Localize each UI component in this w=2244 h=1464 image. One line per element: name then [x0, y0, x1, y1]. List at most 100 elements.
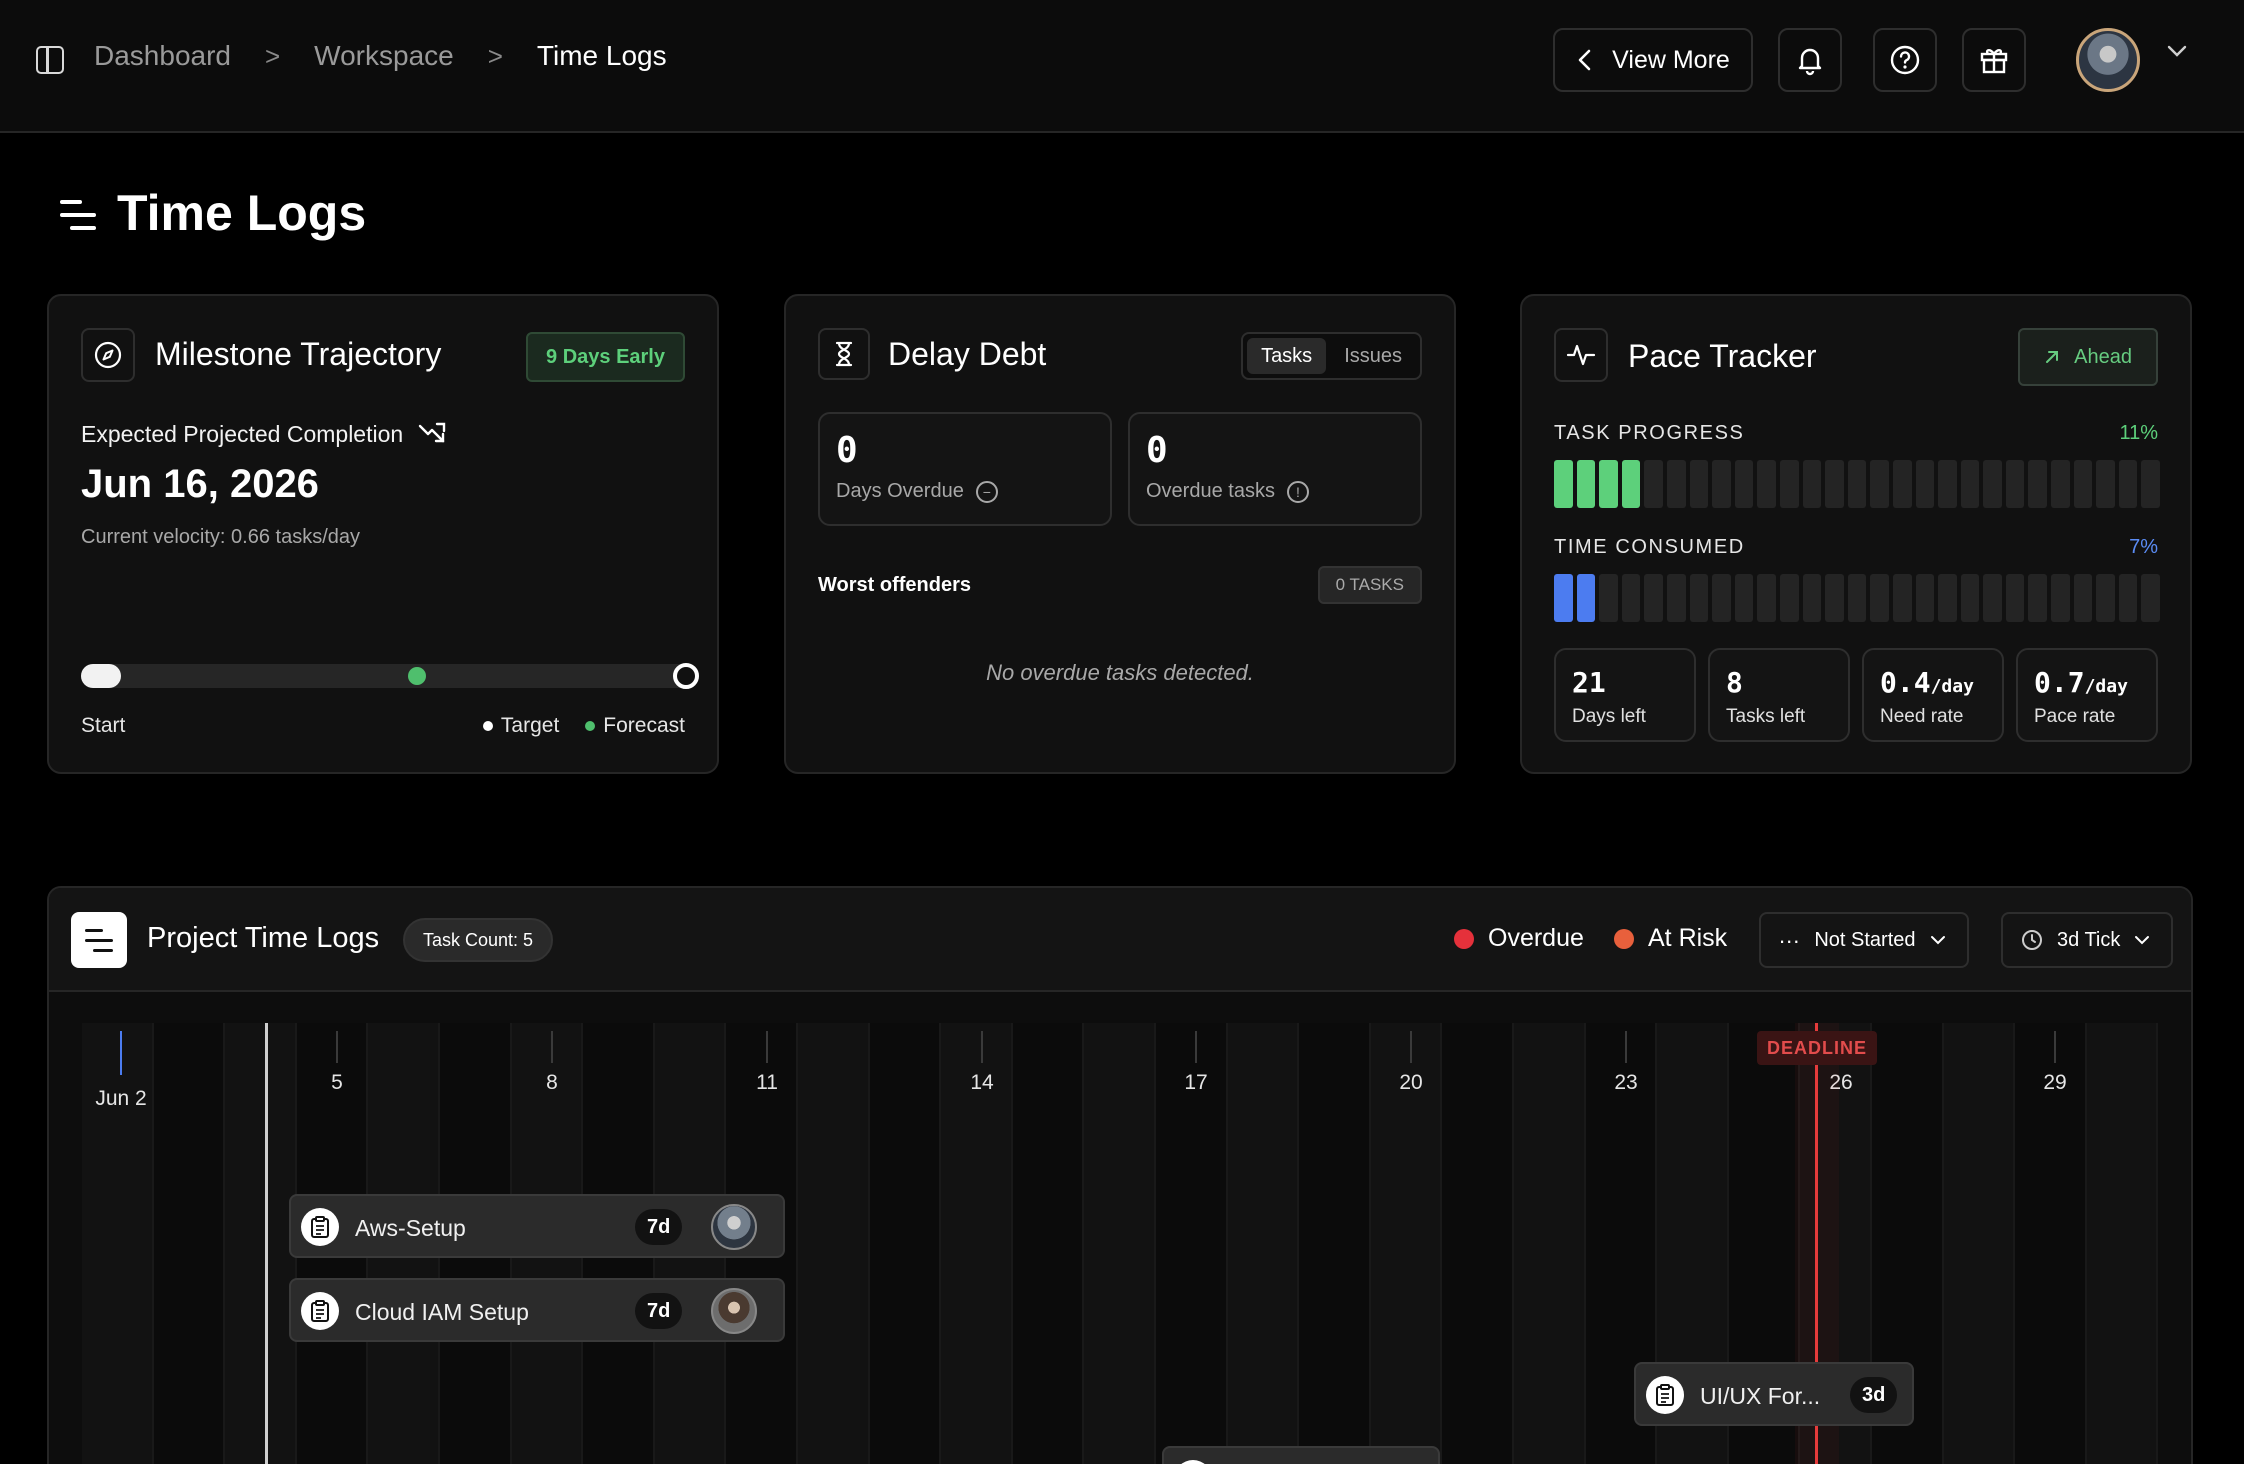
- axis-label: 20: [1399, 1071, 1423, 1094]
- sidebar-toggle-icon[interactable]: [36, 46, 64, 74]
- bar-segment: [1892, 460, 1912, 508]
- axis-tick: [2054, 1031, 2056, 1063]
- project-time-logs-title: Project Time Logs: [147, 922, 380, 954]
- overdue-tasks-value: 0: [1146, 430, 1168, 471]
- bar-segment: [1870, 574, 1889, 622]
- today-line: [265, 1023, 268, 1464]
- axis-tick: [551, 1031, 553, 1063]
- days-early-badge: 9 Days Early: [526, 332, 685, 382]
- pace-tracker-card: Pace Tracker Ahead TASK PROGRESS 11% TIM…: [1520, 294, 2192, 774]
- help-button[interactable]: [1873, 28, 1937, 92]
- days-left-value: 21: [1572, 666, 1606, 699]
- task-name: UI/UX For...: [1700, 1383, 1821, 1409]
- bar-segment: [2073, 574, 2093, 622]
- assignee-avatar[interactable]: [711, 1204, 757, 1250]
- bar-segment: [1599, 460, 1618, 508]
- bar-segment: [2005, 574, 2025, 622]
- bar-segment: [1825, 460, 1844, 508]
- breadcrumb-time-logs: Time Logs: [536, 40, 667, 71]
- task-bar-aws-setup[interactable]: Aws-Setup 7d: [289, 1194, 785, 1258]
- top-bar: Dashboard > Workspace > Time Logs View M…: [0, 0, 2244, 133]
- timeline-icon: [71, 912, 127, 968]
- bar-segment: [2028, 574, 2048, 622]
- chevron-left-icon: [1578, 49, 1591, 71]
- pace-tracker-title: Pace Tracker: [1628, 338, 1817, 374]
- clock-icon: [2022, 930, 2042, 950]
- pace-rate-value: 0.7: [2034, 666, 2085, 699]
- clipboard-icon: [301, 1292, 339, 1330]
- axis-label: 17: [1184, 1071, 1208, 1094]
- at-risk-dot: [1614, 928, 1634, 949]
- bar-segment: [1870, 460, 1889, 508]
- time-consumed-label: TIME CONSUMED: [1554, 536, 1745, 558]
- axis-label: 29: [2043, 1071, 2067, 1094]
- axis-tick: [120, 1031, 122, 1075]
- bar-segment: [2118, 460, 2138, 508]
- trajectory-track: [81, 664, 691, 688]
- bar-segment: [1847, 574, 1867, 622]
- bar-segment: [1666, 460, 1686, 508]
- axis-label: 8: [546, 1071, 558, 1094]
- overdue-tasks-label: Overdue tasks: [1146, 480, 1275, 502]
- bar-segment: [1960, 574, 1980, 622]
- bar-segment: [2051, 460, 2070, 508]
- tab-issues[interactable]: Issues: [1330, 338, 1416, 374]
- bar-segment: [2096, 460, 2115, 508]
- info-circle-icon: !: [1286, 480, 1309, 503]
- tick-filter-value: 3d Tick: [2057, 928, 2121, 951]
- bar-segment: [1689, 574, 1709, 622]
- trajectory-target-marker: [673, 663, 699, 689]
- days-overdue-label: Days Overdue: [836, 480, 964, 502]
- minus-circle-icon: −: [975, 480, 998, 503]
- axis-tick: [1410, 1031, 1412, 1063]
- bar-segment: [1983, 460, 2002, 508]
- chevron-down-icon[interactable]: [2166, 44, 2188, 58]
- status-filter-dropdown[interactable]: ... Not Started: [1759, 912, 1969, 968]
- bar-segment: [1689, 460, 1709, 508]
- task-bar-partial[interactable]: [1162, 1446, 1440, 1464]
- bar-segment: [1734, 574, 1754, 622]
- avatar[interactable]: [2076, 28, 2140, 92]
- worst-offenders-title: Worst offenders: [818, 574, 971, 596]
- bar-segment: [1960, 460, 1980, 508]
- tasks-left-label: Tasks left: [1726, 706, 1806, 727]
- breadcrumb-workspace[interactable]: Workspace: [314, 40, 454, 72]
- task-bar-cloud-iam-setup[interactable]: Cloud IAM Setup 7d: [289, 1278, 785, 1342]
- task-bar-uiux[interactable]: UI/UX For... 3d: [1634, 1362, 1914, 1426]
- days-left-label: Days left: [1572, 706, 1646, 727]
- notifications-button[interactable]: [1778, 28, 1842, 92]
- arrow-up-right-icon: [2046, 351, 2059, 363]
- bar-segment: [1802, 574, 1822, 622]
- pace-rate-unit: /day: [2084, 676, 2128, 697]
- breadcrumb-dashboard[interactable]: Dashboard: [94, 40, 231, 72]
- bar-segment: [1915, 460, 1935, 508]
- trend-icon: [418, 422, 446, 443]
- gift-button[interactable]: [1962, 28, 2026, 92]
- axis-tick: [766, 1031, 768, 1063]
- need-rate-stat: 0.4/day Need rate: [1862, 648, 2004, 742]
- bar-segment: [2118, 574, 2138, 622]
- task-progress-pct: 11%: [2119, 422, 2158, 444]
- tick-filter-dropdown[interactable]: 3d Tick: [2001, 912, 2173, 968]
- days-overdue-value: 0: [836, 430, 858, 471]
- breadcrumb-separator: >: [487, 40, 503, 71]
- bar-segment: [1712, 460, 1731, 508]
- deadline-label: DEADLINE: [1757, 1031, 1878, 1065]
- assignee-avatar[interactable]: [711, 1288, 757, 1334]
- bar-segment: [1621, 574, 1641, 622]
- clipboard-icon: [301, 1208, 339, 1246]
- task-duration: 7d: [635, 1293, 683, 1329]
- bar-segment: [1802, 460, 1822, 508]
- bar-segment: [2096, 574, 2115, 622]
- view-more-button[interactable]: View More: [1553, 28, 1753, 92]
- ahead-label: Ahead: [2074, 345, 2132, 368]
- axis-tick: [1195, 1031, 1197, 1063]
- days-left-stat: 21 Days left: [1554, 648, 1696, 742]
- tab-tasks[interactable]: Tasks: [1247, 338, 1327, 374]
- bar-segment: [2028, 460, 2048, 508]
- need-rate-label: Need rate: [1880, 706, 1964, 727]
- bar-segment: [1712, 574, 1731, 622]
- projected-date: Jun 16, 2026: [81, 462, 319, 506]
- worst-offenders-empty: No overdue tasks detected.: [986, 660, 1254, 685]
- ahead-status-button[interactable]: Ahead: [2018, 328, 2158, 386]
